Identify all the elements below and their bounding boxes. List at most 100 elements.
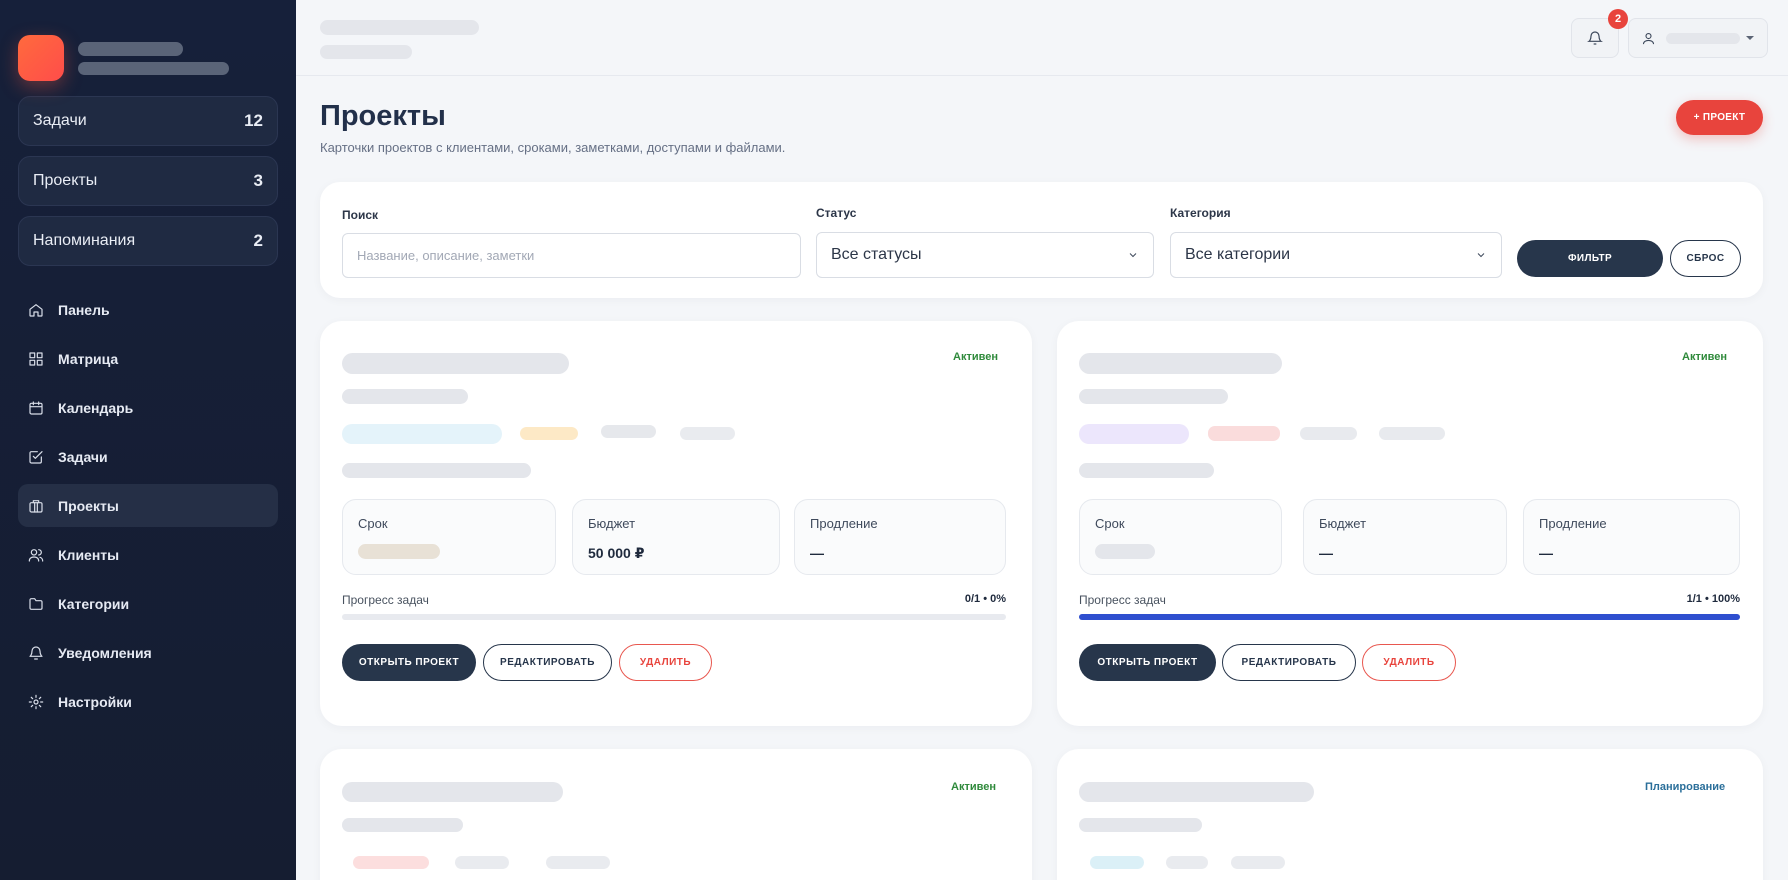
app-logo	[18, 35, 64, 81]
user-menu-button[interactable]	[1628, 18, 1768, 58]
reset-button[interactable]: СБРОС	[1670, 240, 1741, 277]
metric-label: Продление	[1539, 516, 1607, 531]
breadcrumb-sub-placeholder	[320, 45, 412, 59]
sidebar-item-label: Панель	[58, 301, 110, 318]
sidebar-item-clients[interactable]: Клиенты	[18, 533, 278, 576]
project-title-placeholder	[1079, 353, 1282, 374]
metric-value: —	[810, 545, 824, 561]
sidebar-item-matrix[interactable]: Матрица	[18, 337, 278, 380]
tag-placeholder	[1231, 856, 1285, 869]
metric-renewal: Продление —	[1523, 499, 1740, 575]
sidebar-item-notifications[interactable]: Уведомления	[18, 631, 278, 674]
client-placeholder	[1079, 818, 1202, 832]
bell-icon	[29, 645, 43, 660]
sidebar-item-label: Категории	[58, 595, 130, 612]
status-badge: Активен	[951, 781, 996, 793]
stat-reminders-count: 2	[253, 231, 263, 250]
page-subtitle: Карточки проектов с клиентами, сроками, …	[320, 140, 786, 155]
delete-project-button[interactable]: УДАЛИТЬ	[1362, 644, 1456, 681]
sidebar-item-tasks[interactable]: Задачи	[18, 435, 278, 478]
status-select[interactable]: Все статусы	[816, 232, 1154, 278]
user-icon	[1642, 32, 1655, 44]
breadcrumb-placeholder	[320, 20, 479, 35]
sidebar-item-label: Уведомления	[58, 644, 152, 661]
progress-bar	[1079, 614, 1740, 620]
add-project-button[interactable]: + ПРОЕКТ	[1676, 100, 1763, 135]
tag-placeholder	[680, 427, 735, 440]
sidebar-item-categories[interactable]: Категории	[18, 582, 278, 625]
metric-label: Срок	[358, 516, 388, 531]
category-select-value: Все категории	[1185, 246, 1291, 263]
stat-reminders[interactable]: Напоминания 2	[18, 216, 278, 266]
status-select-value: Все статусы	[831, 246, 922, 263]
metric-label: Срок	[1095, 516, 1125, 531]
username-placeholder	[1666, 32, 1740, 44]
search-label: Поиск	[342, 208, 379, 222]
metric-deadline: Срок	[1079, 499, 1282, 575]
stat-projects[interactable]: Проекты 3	[18, 156, 278, 206]
metric-value: —	[1319, 545, 1333, 561]
metric-label: Бюджет	[588, 516, 636, 531]
client-placeholder	[1079, 389, 1228, 404]
tag-placeholder	[520, 427, 578, 440]
sidebar-item-settings[interactable]: Настройки	[18, 680, 278, 723]
status-badge: Активен	[1682, 351, 1727, 363]
stat-tasks[interactable]: Задачи 12	[18, 96, 278, 146]
notifications-badge: 2	[1608, 9, 1628, 29]
search-input[interactable]: Название, описание, заметки	[342, 233, 801, 278]
project-title-placeholder	[1079, 782, 1314, 802]
sidebar-item-label: Календарь	[58, 399, 134, 416]
metric-value: 50 000 ₽	[588, 545, 645, 561]
sidebar-item-dashboard[interactable]: Панель	[18, 288, 278, 331]
status-badge: Активен	[953, 351, 998, 363]
status-badge: Планирование	[1645, 781, 1726, 793]
brand-name-placeholder	[78, 41, 229, 75]
open-project-button[interactable]: ОТКРЫТЬ ПРОЕКТ	[1079, 644, 1216, 681]
edit-project-button[interactable]: РЕДАКТИРОВАТЬ	[1222, 644, 1356, 681]
chevron-down-icon	[1746, 36, 1754, 40]
sidebar-nav: Панель Матрица Календарь Задачи Проекты …	[18, 288, 278, 723]
stat-tasks-count: 12	[244, 111, 263, 130]
metric-budget: Бюджет —	[1303, 499, 1507, 575]
stat-tasks-label: Задачи	[33, 112, 87, 129]
folder-icon	[29, 597, 43, 610]
tag-placeholder	[601, 425, 656, 438]
deadline-placeholder	[1095, 544, 1155, 559]
sidebar-item-label: Проекты	[58, 497, 119, 514]
grid-icon	[29, 351, 43, 366]
metric-label: Бюджет	[1319, 516, 1367, 531]
progress-value: 0/1 • 0%	[964, 593, 1006, 605]
sidebar-item-label: Матрица	[58, 350, 119, 367]
brand[interactable]	[18, 26, 278, 90]
tag-placeholder	[353, 856, 429, 869]
metric-budget: Бюджет 50 000 ₽	[572, 499, 780, 575]
sidebar-item-projects[interactable]: Проекты	[18, 484, 278, 527]
edit-project-button[interactable]: РЕДАКТИРОВАТЬ	[483, 644, 612, 681]
filter-button[interactable]: ФИЛЬТР	[1517, 240, 1663, 277]
status-label: Статус	[816, 206, 857, 220]
chevron-down-icon	[1477, 253, 1485, 258]
metric-deadline: Срок	[342, 499, 556, 575]
delete-project-button[interactable]: УДАЛИТЬ	[619, 644, 712, 681]
tag-placeholder	[1300, 427, 1357, 440]
progress-fill	[1079, 614, 1740, 620]
tag-placeholder	[1090, 856, 1144, 869]
search-placeholder: Название, описание, заметки	[357, 248, 535, 263]
filter-panel: Поиск Название, описание, заметки Статус…	[320, 182, 1763, 298]
note-placeholder	[1079, 463, 1214, 478]
home-icon	[29, 303, 43, 317]
category-label: Категория	[1170, 206, 1231, 220]
stat-reminders-label: Напоминания	[33, 232, 136, 249]
topbar: 2	[296, 0, 1788, 76]
category-select[interactable]: Все категории	[1170, 232, 1502, 278]
sidebar-item-label: Клиенты	[58, 546, 120, 563]
tag-placeholder	[455, 856, 509, 869]
open-project-button[interactable]: ОТКРЫТЬ ПРОЕКТ	[342, 644, 476, 681]
sidebar-item-label: Настройки	[58, 693, 132, 710]
gear-icon	[28, 694, 44, 709]
stat-projects-count: 3	[253, 171, 263, 190]
project-title-placeholder	[342, 782, 563, 802]
tag-placeholder	[1379, 427, 1445, 440]
sidebar-item-label: Задачи	[58, 448, 108, 465]
sidebar-item-calendar[interactable]: Календарь	[18, 386, 278, 429]
